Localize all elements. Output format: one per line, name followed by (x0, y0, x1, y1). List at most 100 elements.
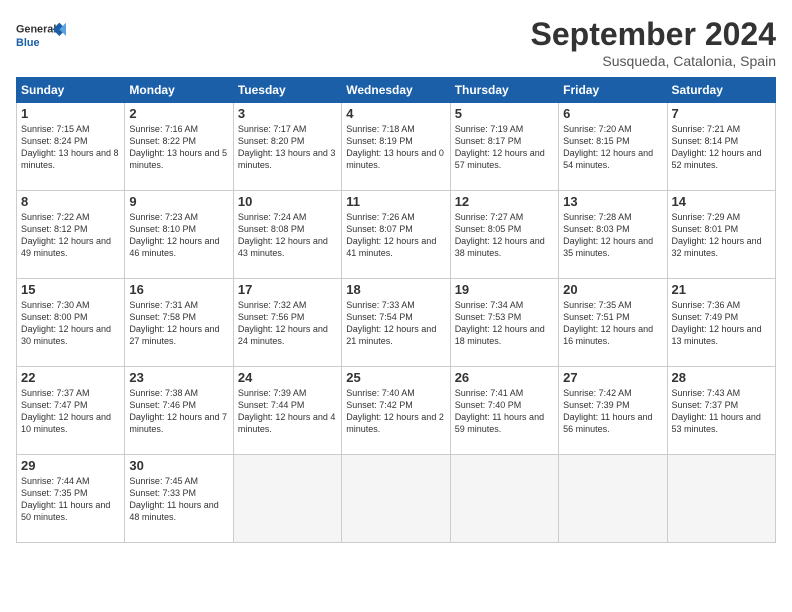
day-info: Sunrise: 7:31 AMSunset: 7:58 PMDaylight:… (129, 300, 219, 346)
day-info: Sunrise: 7:40 AMSunset: 7:42 PMDaylight:… (346, 388, 444, 434)
calendar-day-cell: 17 Sunrise: 7:32 AMSunset: 7:56 PMDaylig… (233, 279, 341, 367)
svg-text:General: General (16, 24, 56, 36)
day-info: Sunrise: 7:37 AMSunset: 7:47 PMDaylight:… (21, 388, 111, 434)
title-block: September 2024 Susqueda, Catalonia, Spai… (531, 16, 776, 69)
day-number: 2 (129, 106, 228, 121)
day-number: 25 (346, 370, 445, 385)
day-number: 18 (346, 282, 445, 297)
weekday-header: Thursday (450, 78, 558, 103)
day-info: Sunrise: 7:16 AMSunset: 8:22 PMDaylight:… (129, 124, 227, 170)
day-number: 7 (672, 106, 771, 121)
calendar-day-cell: 29 Sunrise: 7:44 AMSunset: 7:35 PMDaylig… (17, 455, 125, 543)
calendar-week-row: 15 Sunrise: 7:30 AMSunset: 8:00 PMDaylig… (17, 279, 776, 367)
calendar-day-cell: 24 Sunrise: 7:39 AMSunset: 7:44 PMDaylig… (233, 367, 341, 455)
day-number: 28 (672, 370, 771, 385)
calendar-day-cell (667, 455, 775, 543)
day-number: 24 (238, 370, 337, 385)
calendar-day-cell: 3 Sunrise: 7:17 AMSunset: 8:20 PMDayligh… (233, 103, 341, 191)
calendar-day-cell: 14 Sunrise: 7:29 AMSunset: 8:01 PMDaylig… (667, 191, 775, 279)
day-number: 1 (21, 106, 120, 121)
calendar-day-cell: 30 Sunrise: 7:45 AMSunset: 7:33 PMDaylig… (125, 455, 233, 543)
day-info: Sunrise: 7:26 AMSunset: 8:07 PMDaylight:… (346, 212, 436, 258)
day-number: 26 (455, 370, 554, 385)
calendar-day-cell (559, 455, 667, 543)
calendar-day-cell: 20 Sunrise: 7:35 AMSunset: 7:51 PMDaylig… (559, 279, 667, 367)
day-info: Sunrise: 7:20 AMSunset: 8:15 PMDaylight:… (563, 124, 653, 170)
location: Susqueda, Catalonia, Spain (531, 53, 776, 69)
day-info: Sunrise: 7:29 AMSunset: 8:01 PMDaylight:… (672, 212, 762, 258)
day-number: 30 (129, 458, 228, 473)
day-info: Sunrise: 7:23 AMSunset: 8:10 PMDaylight:… (129, 212, 219, 258)
day-info: Sunrise: 7:22 AMSunset: 8:12 PMDaylight:… (21, 212, 111, 258)
calendar-day-cell (450, 455, 558, 543)
calendar-day-cell: 5 Sunrise: 7:19 AMSunset: 8:17 PMDayligh… (450, 103, 558, 191)
calendar-day-cell: 13 Sunrise: 7:28 AMSunset: 8:03 PMDaylig… (559, 191, 667, 279)
day-number: 10 (238, 194, 337, 209)
day-number: 27 (563, 370, 662, 385)
calendar-day-cell: 7 Sunrise: 7:21 AMSunset: 8:14 PMDayligh… (667, 103, 775, 191)
day-info: Sunrise: 7:44 AMSunset: 7:35 PMDaylight:… (21, 476, 110, 522)
day-info: Sunrise: 7:19 AMSunset: 8:17 PMDaylight:… (455, 124, 545, 170)
day-info: Sunrise: 7:45 AMSunset: 7:33 PMDaylight:… (129, 476, 218, 522)
calendar-day-cell: 22 Sunrise: 7:37 AMSunset: 7:47 PMDaylig… (17, 367, 125, 455)
day-info: Sunrise: 7:32 AMSunset: 7:56 PMDaylight:… (238, 300, 328, 346)
day-info: Sunrise: 7:30 AMSunset: 8:00 PMDaylight:… (21, 300, 111, 346)
month-title: September 2024 (531, 16, 776, 53)
calendar-day-cell: 19 Sunrise: 7:34 AMSunset: 7:53 PMDaylig… (450, 279, 558, 367)
weekday-header: Saturday (667, 78, 775, 103)
logo-svg: General Blue (16, 16, 66, 56)
day-info: Sunrise: 7:39 AMSunset: 7:44 PMDaylight:… (238, 388, 336, 434)
calendar-day-cell: 12 Sunrise: 7:27 AMSunset: 8:05 PMDaylig… (450, 191, 558, 279)
day-number: 3 (238, 106, 337, 121)
day-info: Sunrise: 7:21 AMSunset: 8:14 PMDaylight:… (672, 124, 762, 170)
day-number: 20 (563, 282, 662, 297)
day-number: 13 (563, 194, 662, 209)
calendar-day-cell: 1 Sunrise: 7:15 AMSunset: 8:24 PMDayligh… (17, 103, 125, 191)
day-number: 6 (563, 106, 662, 121)
calendar-day-cell (342, 455, 450, 543)
day-number: 17 (238, 282, 337, 297)
calendar-day-cell: 28 Sunrise: 7:43 AMSunset: 7:37 PMDaylig… (667, 367, 775, 455)
day-info: Sunrise: 7:28 AMSunset: 8:03 PMDaylight:… (563, 212, 653, 258)
day-info: Sunrise: 7:42 AMSunset: 7:39 PMDaylight:… (563, 388, 652, 434)
logo: General Blue (16, 16, 66, 56)
day-number: 11 (346, 194, 445, 209)
calendar-day-cell: 23 Sunrise: 7:38 AMSunset: 7:46 PMDaylig… (125, 367, 233, 455)
calendar-day-cell: 26 Sunrise: 7:41 AMSunset: 7:40 PMDaylig… (450, 367, 558, 455)
calendar-week-row: 1 Sunrise: 7:15 AMSunset: 8:24 PMDayligh… (17, 103, 776, 191)
svg-text:Blue: Blue (16, 37, 39, 49)
calendar-day-cell: 6 Sunrise: 7:20 AMSunset: 8:15 PMDayligh… (559, 103, 667, 191)
day-number: 4 (346, 106, 445, 121)
weekday-header: Monday (125, 78, 233, 103)
day-number: 23 (129, 370, 228, 385)
weekday-header: Wednesday (342, 78, 450, 103)
day-info: Sunrise: 7:41 AMSunset: 7:40 PMDaylight:… (455, 388, 544, 434)
day-info: Sunrise: 7:18 AMSunset: 8:19 PMDaylight:… (346, 124, 444, 170)
calendar-day-cell: 15 Sunrise: 7:30 AMSunset: 8:00 PMDaylig… (17, 279, 125, 367)
calendar-day-cell: 9 Sunrise: 7:23 AMSunset: 8:10 PMDayligh… (125, 191, 233, 279)
day-number: 21 (672, 282, 771, 297)
day-info: Sunrise: 7:43 AMSunset: 7:37 PMDaylight:… (672, 388, 761, 434)
day-number: 8 (21, 194, 120, 209)
day-number: 14 (672, 194, 771, 209)
day-number: 19 (455, 282, 554, 297)
page-header: General Blue September 2024 Susqueda, Ca… (16, 16, 776, 69)
day-number: 15 (21, 282, 120, 297)
weekday-header: Sunday (17, 78, 125, 103)
day-number: 16 (129, 282, 228, 297)
day-number: 29 (21, 458, 120, 473)
day-info: Sunrise: 7:17 AMSunset: 8:20 PMDaylight:… (238, 124, 336, 170)
day-number: 9 (129, 194, 228, 209)
day-info: Sunrise: 7:27 AMSunset: 8:05 PMDaylight:… (455, 212, 545, 258)
calendar-day-cell: 4 Sunrise: 7:18 AMSunset: 8:19 PMDayligh… (342, 103, 450, 191)
calendar-week-row: 29 Sunrise: 7:44 AMSunset: 7:35 PMDaylig… (17, 455, 776, 543)
day-info: Sunrise: 7:36 AMSunset: 7:49 PMDaylight:… (672, 300, 762, 346)
day-info: Sunrise: 7:33 AMSunset: 7:54 PMDaylight:… (346, 300, 436, 346)
day-number: 22 (21, 370, 120, 385)
calendar-day-cell: 25 Sunrise: 7:40 AMSunset: 7:42 PMDaylig… (342, 367, 450, 455)
day-info: Sunrise: 7:34 AMSunset: 7:53 PMDaylight:… (455, 300, 545, 346)
day-number: 5 (455, 106, 554, 121)
calendar-day-cell: 11 Sunrise: 7:26 AMSunset: 8:07 PMDaylig… (342, 191, 450, 279)
calendar-table: SundayMondayTuesdayWednesdayThursdayFrid… (16, 77, 776, 543)
calendar-day-cell: 16 Sunrise: 7:31 AMSunset: 7:58 PMDaylig… (125, 279, 233, 367)
